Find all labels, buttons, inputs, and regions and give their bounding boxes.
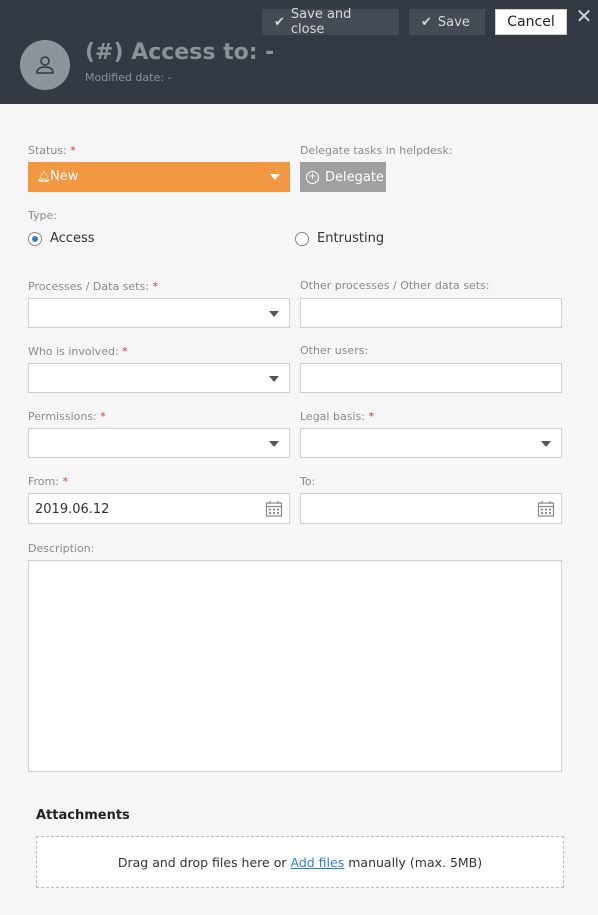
save-and-close-label: Save and close [290,7,352,37]
delegate-button[interactable]: + Delegate [300,162,386,192]
other-users-input[interactable] [300,363,562,393]
permissions-label: Permissions: * [28,410,106,423]
caret-down-icon [269,441,279,447]
required-mark: * [122,345,128,358]
calendar-icon[interactable] [265,500,283,518]
from-date-value: 2019.06.12 [35,502,110,517]
processes-label: Processes / Data sets: * [28,280,158,293]
drop-prefix-text: Drag and drop files here or [117,854,287,870]
who-involved-label-text: Who is involved: [28,345,119,358]
radio-access[interactable] [28,232,42,246]
plus-circle-icon: + [306,170,319,184]
close-icon[interactable]: ✕ [574,4,594,28]
status-label-text: Status: [28,144,67,157]
cancel-button[interactable]: Cancel [495,9,567,35]
legal-basis-label-text: Legal basis: [300,410,365,423]
to-date-input[interactable] [300,493,562,524]
radio-entrusting[interactable] [295,232,309,246]
caret-down-icon [541,441,551,447]
check-icon: ✔ [421,14,432,30]
processes-select[interactable] [28,298,290,328]
caret-down-icon [270,174,280,180]
status-select[interactable]: 🔔︎ New [28,162,290,192]
other-users-label: Other users: [300,344,369,357]
radio-access-label: Access [50,231,95,246]
modified-date: Modified date: - [85,71,172,84]
attachments-dropzone[interactable]: Drag and drop files here or Add files ma… [36,836,564,888]
dialog-header: ✔ Save and close ✔ Save Cancel ✕ (#) Acc… [0,0,598,104]
caret-down-icon [269,376,279,382]
who-involved-select[interactable] [28,363,290,393]
radio-entrusting-label: Entrusting [317,231,385,246]
calendar-icon[interactable] [537,500,555,518]
to-label: To: [300,475,316,488]
required-mark: * [368,410,374,423]
from-label: From: * [28,475,68,488]
save-and-close-button[interactable]: ✔ Save and close [262,7,399,37]
attachments-title: Attachments [36,808,130,823]
avatar [20,40,70,90]
required-mark: * [100,410,106,423]
required-mark: * [152,280,158,293]
page-title: (#) Access to: - [85,40,275,65]
permissions-select[interactable] [28,428,290,458]
processes-label-text: Processes / Data sets: [28,280,149,293]
required-mark: * [62,475,68,488]
add-files-link[interactable]: Add files [291,855,345,870]
type-label: Type: [28,209,57,222]
permissions-label-text: Permissions: [28,410,97,423]
other-processes-label: Other processes / Other data sets: [300,279,490,292]
required-mark: * [70,144,76,157]
bell-icon: 🔔︎ [37,170,51,183]
description-textarea[interactable] [28,560,562,772]
save-button[interactable]: ✔ Save [409,9,485,35]
caret-down-icon [269,311,279,317]
status-value: New [50,169,79,184]
description-label: Description: [28,542,95,555]
drop-suffix-text: manually (max. 5MB) [348,854,483,870]
from-date-input[interactable]: 2019.06.12 [28,493,290,524]
who-involved-label: Who is involved: * [28,345,128,358]
other-processes-input[interactable] [300,298,562,328]
from-label-text: From: [28,475,59,488]
user-icon [36,56,54,74]
check-icon: ✔ [274,14,285,30]
save-label: Save [437,14,470,30]
legal-basis-label: Legal basis: * [300,410,374,423]
delegate-button-label: Delegate [325,169,384,185]
legal-basis-select[interactable] [300,428,562,458]
status-label: Status: * [28,144,76,157]
delegate-label: Delegate tasks in helpdesk: [300,144,453,157]
